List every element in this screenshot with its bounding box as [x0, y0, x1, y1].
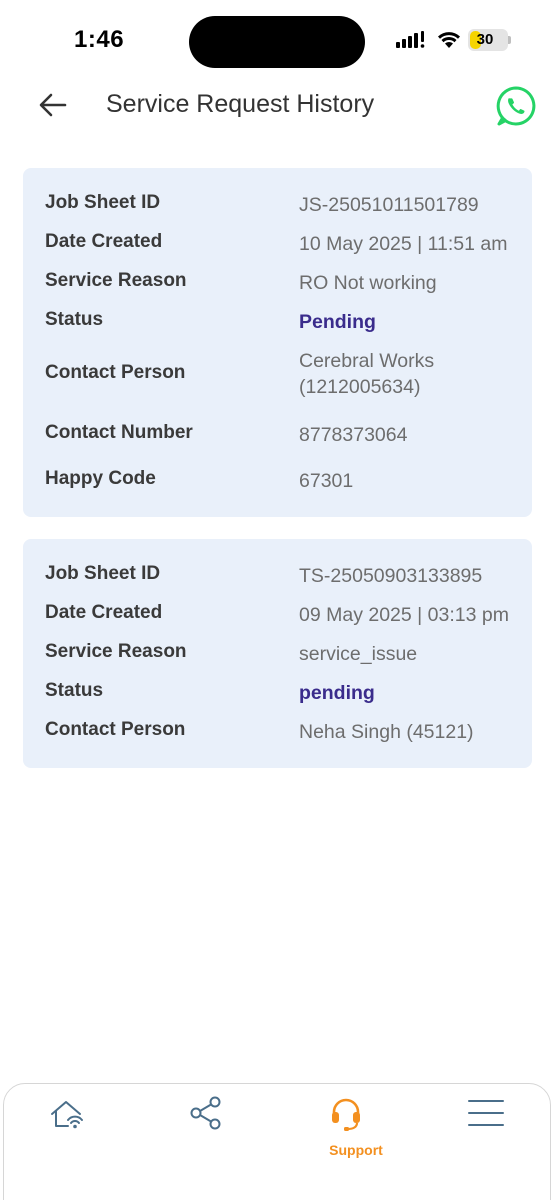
contact-number-label: Contact Number — [45, 422, 193, 443]
contact-person-value: Neha Singh (45121) — [299, 721, 474, 743]
contact-person-value: Cerebral Works (1212005634) — [299, 350, 435, 398]
nav-menu[interactable] — [466, 1094, 526, 1154]
service-reason-value: RO Not working — [299, 272, 437, 294]
date-created-value: 09 May 2025 | 03:13 pm — [299, 604, 509, 626]
job-sheet-id-value: TS-25050903133895 — [299, 565, 483, 587]
cellular-signal-icon — [396, 31, 425, 48]
service-request-card[interactable]: Job Sheet ID TS-25050903133895 Date Crea… — [23, 539, 532, 768]
service-reason-value: service_issue — [299, 643, 418, 665]
contact-person-label: Contact Person — [45, 719, 186, 740]
home-wifi-icon — [51, 1101, 83, 1129]
nav-support-label: Support — [329, 1142, 383, 1158]
headset-icon — [332, 1098, 360, 1131]
contact-person-label: Contact Person — [45, 362, 186, 383]
date-created-label: Date Created — [45, 602, 163, 623]
battery-percent: 30 — [476, 31, 494, 48]
status-value: pending — [299, 682, 375, 704]
contact-number-value: 8778373064 — [299, 424, 408, 446]
service-reason-label: Service Reason — [45, 270, 187, 291]
service-reason-label: Service Reason — [45, 641, 187, 662]
menu-icon — [468, 1100, 504, 1126]
date-created-label: Date Created — [45, 231, 163, 252]
nav-home[interactable] — [46, 1094, 106, 1154]
happy-code-value: 67301 — [299, 470, 354, 492]
battery-nub — [508, 36, 511, 44]
job-sheet-id-value: JS-25051011501789 — [299, 194, 479, 216]
wifi-icon — [438, 32, 460, 48]
arrow-left-icon — [39, 93, 67, 117]
status-label: Status — [45, 680, 104, 701]
nav-support[interactable]: Support — [326, 1094, 386, 1158]
date-created-value: 10 May 2025 | 11:51 am — [299, 233, 508, 255]
status-bar: 1:46 30 — [0, 0, 554, 80]
page-title: Service Request History — [106, 90, 375, 118]
dynamic-island — [189, 16, 365, 68]
whatsapp-button[interactable] — [494, 84, 538, 128]
back-button[interactable] — [36, 88, 70, 122]
service-request-card[interactable]: Job Sheet ID JS-25051011501789 Date Crea… — [23, 168, 532, 517]
status-label: Status — [45, 309, 104, 330]
battery-indicator: 30 — [468, 29, 508, 51]
nav-share[interactable] — [186, 1094, 246, 1154]
bottom-navigation: Support — [3, 1083, 551, 1200]
whatsapp-icon — [496, 86, 536, 126]
share-icon — [190, 1096, 221, 1130]
app-header: Service Request History — [0, 80, 554, 134]
job-sheet-id-label: Job Sheet ID — [45, 192, 161, 213]
job-sheet-id-label: Job Sheet ID — [45, 563, 161, 584]
status-time: 1:46 — [74, 26, 125, 53]
status-value: Pending — [299, 311, 376, 333]
happy-code-label: Happy Code — [45, 468, 156, 489]
